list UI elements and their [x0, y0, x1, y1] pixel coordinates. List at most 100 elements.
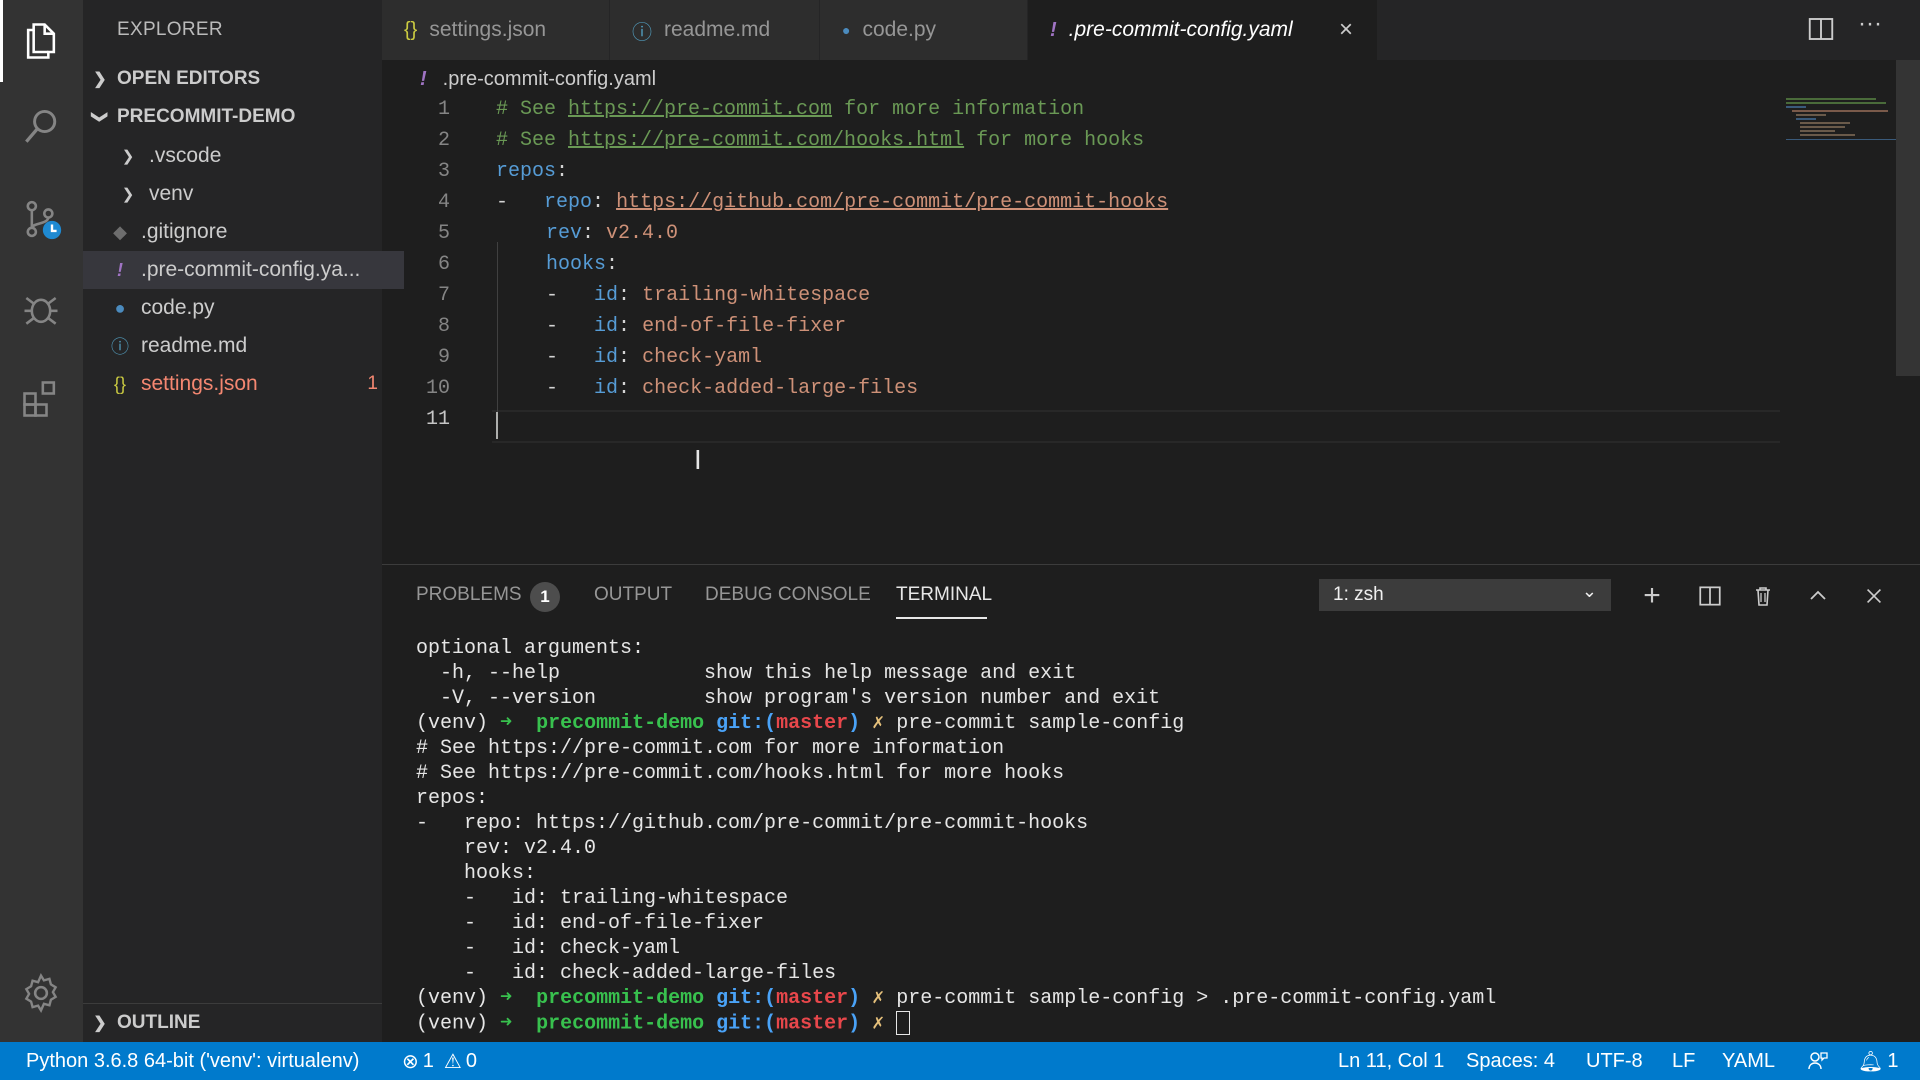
project-section[interactable]: ❯ PRECOMMIT-DEMO	[83, 98, 382, 136]
terminal-prompt-line: (venv) ➜ precommit-demo git:(master) ✗	[416, 1011, 1896, 1036]
encoding[interactable]: UTF-8	[1586, 1042, 1643, 1080]
code-line: 5 rev: v2.4.0	[382, 218, 1782, 249]
tab-readme[interactable]: ⓘ readme.md	[610, 0, 820, 60]
tree-item-vscode[interactable]: ❯ .vscode	[83, 137, 412, 175]
explorer-icon[interactable]	[18, 18, 64, 64]
tab-code-py[interactable]: ● code.py	[820, 0, 1028, 60]
close-panel-icon[interactable]	[1856, 580, 1892, 612]
tree-item-readme[interactable]: ⓘ readme.md	[83, 327, 404, 365]
comment-link[interactable]: https://pre-commit.com/hooks.html	[568, 129, 964, 152]
colon: :	[618, 346, 631, 369]
prompt-command: pre-commit sample-config > .pre-commit-c…	[896, 987, 1497, 1010]
venv-label: (venv)	[416, 1012, 501, 1036]
tab-debug-console[interactable]: DEBUG CONSOLE	[705, 584, 871, 606]
list-dash: -	[546, 315, 595, 338]
new-terminal-icon[interactable]: +	[1634, 579, 1670, 612]
language-mode[interactable]: YAML	[1722, 1042, 1775, 1080]
sidebar-title: EXPLORER	[117, 19, 223, 40]
problem-count: 1	[367, 373, 378, 394]
info-icon: ⓘ	[632, 21, 652, 44]
problems-count-badge: 1	[530, 582, 560, 612]
colon: :	[582, 222, 595, 245]
warning-icon: ⚠	[443, 1050, 462, 1073]
yaml-file-icon: !	[420, 67, 427, 90]
terminal-output[interactable]: optional arguments: -h, --help show this…	[416, 636, 1896, 1036]
end-of-line[interactable]: LF	[1672, 1042, 1695, 1080]
python-interpreter[interactable]: Python 3.6.8 64-bit ('venv': virtualenv)	[26, 1042, 359, 1080]
tab-terminal[interactable]: TERMINAL	[896, 584, 992, 606]
line-number: 5	[437, 222, 450, 245]
split-editor-icon[interactable]	[1806, 14, 1840, 46]
git-icon: ◆	[113, 221, 127, 242]
tree-item-pre-commit-config[interactable]: ! .pre-commit-config.ya...	[83, 251, 404, 289]
terminal-select[interactable]: 1: zsh ⌄	[1319, 579, 1611, 611]
comment-link[interactable]: https://pre-commit.com	[568, 98, 832, 121]
text-caret	[496, 412, 498, 439]
vertical-scrollbar[interactable]	[1896, 60, 1920, 376]
tree-item-code-py[interactable]: ● code.py	[83, 289, 404, 327]
tree-item-gitignore[interactable]: ◆ .gitignore	[83, 213, 404, 251]
close-icon[interactable]: ×	[1339, 16, 1353, 44]
colon: :	[618, 377, 631, 400]
split-terminal-icon[interactable]	[1692, 580, 1728, 612]
tree-item-settings-json[interactable]: {} settings.json 1	[83, 365, 404, 403]
source-control-icon[interactable]	[18, 196, 64, 242]
line-number: 8	[437, 315, 450, 338]
minimap[interactable]	[1786, 96, 1896, 146]
open-editors-section[interactable]: ❯ OPEN EDITORS	[83, 60, 382, 98]
indentation[interactable]: Spaces: 4	[1466, 1042, 1555, 1080]
tab-problems[interactable]: PROBLEMS	[416, 584, 522, 606]
extensions-icon[interactable]	[18, 376, 64, 422]
chevron-right-icon: ❯	[121, 186, 135, 203]
debug-icon[interactable]	[18, 286, 64, 332]
prompt-git: git:(	[704, 1012, 777, 1036]
venv-label: (venv)	[416, 712, 501, 735]
yaml-key: id	[594, 346, 619, 369]
code-line: 3 repos:	[382, 156, 1782, 187]
json-file-icon: {}	[113, 373, 127, 394]
chevron-down-icon: ❯	[91, 110, 108, 124]
comment-text: # See	[496, 98, 569, 121]
tab-label: settings.json	[429, 18, 547, 41]
activity-bar	[0, 0, 83, 1042]
problems-status[interactable]: ⊗ 1 ⚠ 0	[402, 1042, 477, 1080]
tree-item-venv[interactable]: ❯ venv	[83, 175, 412, 213]
line-number: 10	[425, 377, 450, 400]
list-dash: -	[496, 191, 545, 214]
chevron-right-icon: ❯	[93, 71, 107, 88]
more-actions-icon[interactable]: ···	[1858, 10, 1892, 42]
prompt-dirty-mark: ✗	[860, 1012, 897, 1036]
prompt-git-close: )	[848, 712, 861, 735]
yaml-key: id	[594, 377, 619, 400]
prompt-dirty-mark: ✗	[860, 712, 897, 735]
cursor-position[interactable]: Ln 11, Col 1	[1338, 1042, 1444, 1080]
settings-gear-icon[interactable]	[18, 970, 64, 1016]
hook-id: check-yaml	[642, 346, 763, 369]
indent-guide	[497, 242, 498, 428]
tab-settings-json[interactable]: {} settings.json	[382, 0, 610, 60]
line-number: 6	[437, 253, 450, 276]
yaml-key: id	[594, 315, 619, 338]
prompt-git: git:(	[704, 987, 777, 1010]
tab-output[interactable]: OUTPUT	[594, 584, 672, 606]
terminal-line: -h, --help show this help message and ex…	[416, 662, 1077, 685]
trash-icon[interactable]	[1745, 580, 1781, 612]
explorer-sidebar: EXPLORER ❯ OPEN EDITORS ❯ PRECOMMIT-DEMO…	[83, 0, 404, 1042]
yaml-key: rev	[546, 222, 583, 245]
notifications[interactable]: 🔔︎ 1	[1858, 1042, 1899, 1080]
tab-pre-commit-config[interactable]: ! .pre-commit-config.yaml ×	[1028, 0, 1378, 60]
yaml-value: v2.4.0	[606, 222, 679, 245]
colon: :	[618, 315, 631, 338]
search-icon[interactable]	[18, 104, 64, 150]
terminal-line: # See https://pre-commit.com/hooks.html …	[416, 762, 1065, 785]
code-line: 4 - repo: https://github.com/pre-commit/…	[382, 187, 1782, 218]
maximize-panel-icon[interactable]	[1800, 580, 1836, 612]
breadcrumb[interactable]: ! .pre-commit-config.yaml	[382, 64, 656, 94]
feedback-icon[interactable]	[1806, 1042, 1830, 1080]
outline-label: OUTLINE	[117, 1012, 201, 1033]
repo-url-link[interactable]: https://github.com/pre-commit/pre-commit…	[616, 191, 1168, 214]
tree-item-label: venv	[149, 182, 194, 205]
code-editor[interactable]: 1 # See https://pre-commit.com for more …	[382, 94, 1896, 560]
prompt-dirty-mark: ✗	[860, 987, 897, 1010]
outline-section[interactable]: ❯ OUTLINE	[83, 1003, 382, 1042]
